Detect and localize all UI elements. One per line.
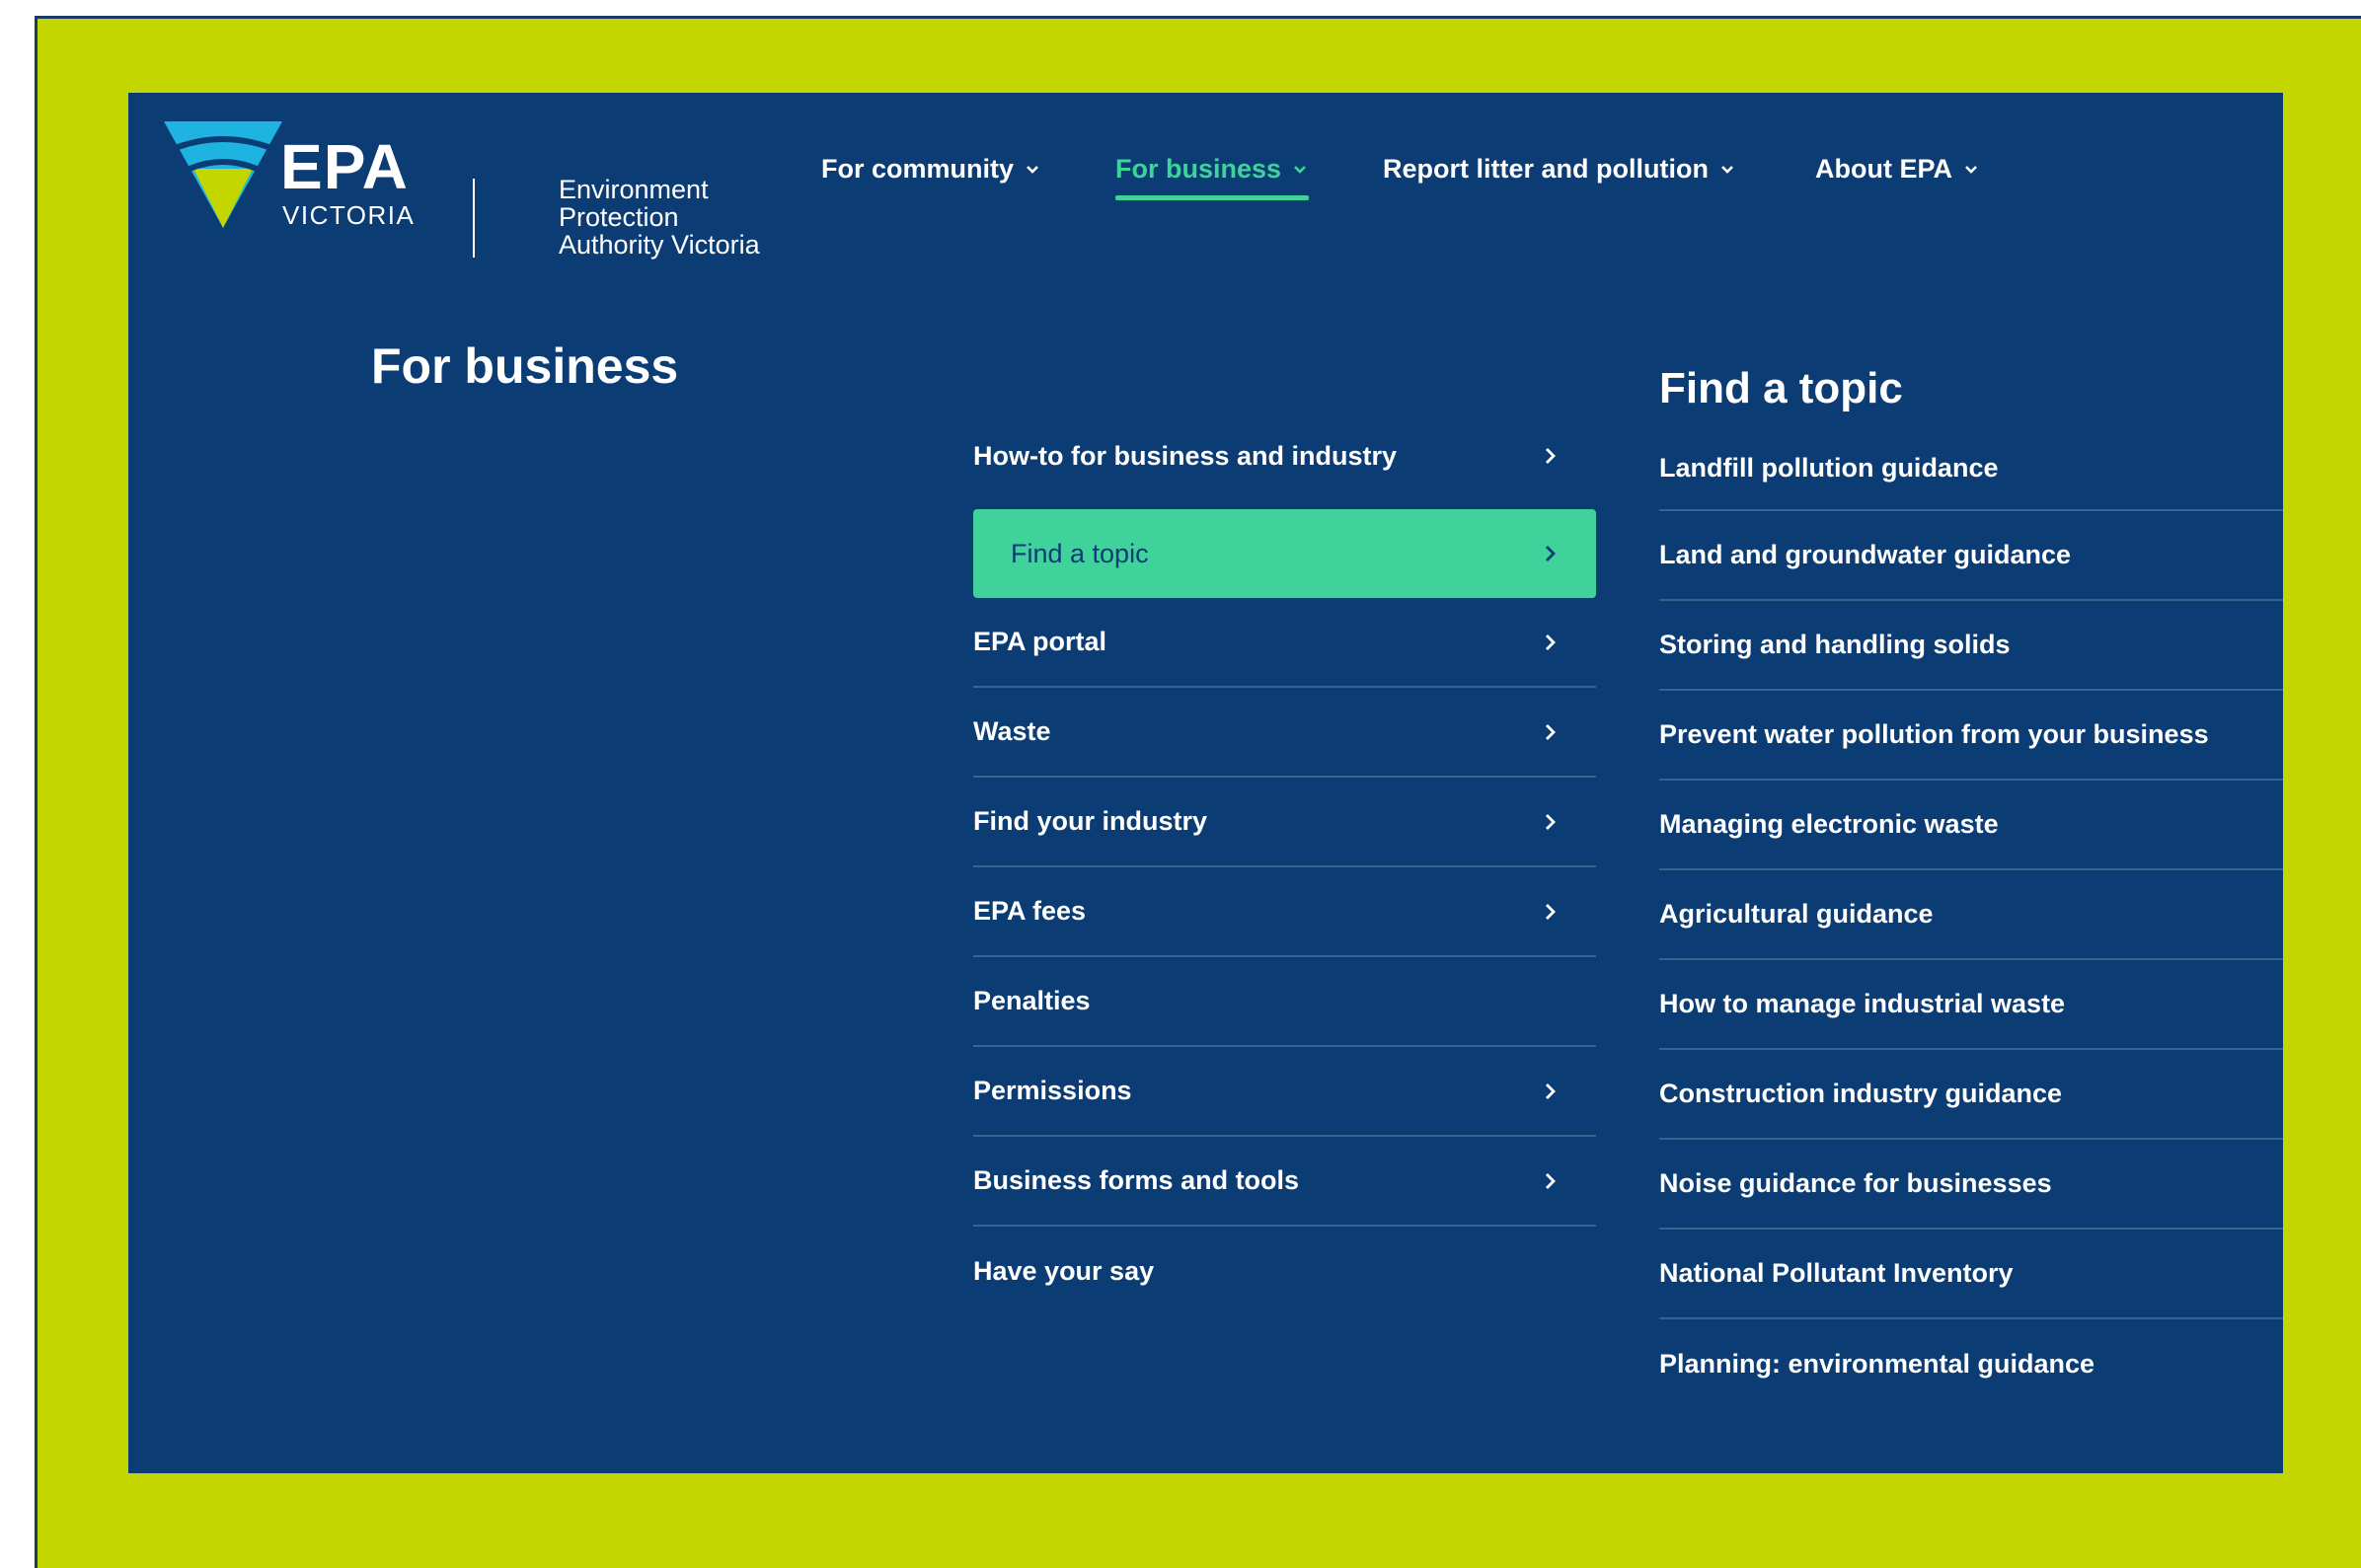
- nav-about-epa[interactable]: About EPA: [1815, 154, 1980, 185]
- topic-link[interactable]: Construction industry guidance: [1659, 1050, 2283, 1140]
- menu-item-label: Have your say: [973, 1256, 1155, 1286]
- topic-link[interactable]: Noise guidance for businesses: [1659, 1140, 2283, 1230]
- menu-item-penalties[interactable]: Penalties: [973, 957, 1596, 1047]
- menu-item-label: EPA fees: [973, 896, 1087, 926]
- chevron-down-icon: [1721, 165, 1733, 174]
- nav-label: Report litter and pollution: [1383, 154, 1709, 184]
- topic-link[interactable]: Managing electronic waste: [1659, 781, 2283, 870]
- nav-for-business[interactable]: For business: [1115, 154, 1310, 200]
- logo-org-name: Environment Protection Authority Victori…: [559, 176, 760, 259]
- logo-wordmark: EPA: [280, 131, 409, 202]
- menu-item-label: Business forms and tools: [973, 1165, 1300, 1195]
- topic-link[interactable]: Land and groundwater guidance: [1659, 511, 2283, 601]
- chevron-down-icon: [1294, 165, 1306, 174]
- chevron-right-icon: [1546, 723, 1556, 740]
- chevron-right-icon: [1546, 813, 1556, 830]
- nav-label: For community: [821, 154, 1015, 184]
- menu-item-epa-fees[interactable]: EPA fees: [973, 867, 1596, 957]
- logo-subtitle: VICTORIA: [282, 200, 416, 230]
- topic-link[interactable]: Storing and handling solids: [1659, 601, 2283, 691]
- menu-item-label: Waste: [973, 716, 1051, 746]
- chevron-down-icon: [1965, 165, 1977, 174]
- menu-item-label: Find a topic: [1011, 538, 1149, 568]
- menu-item-find-a-topic[interactable]: Find a topic: [973, 509, 1596, 598]
- topic-link[interactable]: Prevent water pollution from your busine…: [1659, 691, 2283, 781]
- menu-item-label: Penalties: [973, 986, 1091, 1015]
- menu-item-find-your-industry[interactable]: Find your industry: [973, 778, 1596, 867]
- chevron-right-icon: [1546, 1172, 1556, 1189]
- menu-item-waste[interactable]: Waste: [973, 688, 1596, 778]
- topic-link[interactable]: Planning: environmental guidance: [1659, 1319, 2283, 1409]
- mega-menu-panel: EPA VICTORIA Environment Protection Auth…: [128, 93, 2283, 1473]
- chevron-right-icon: [1546, 1083, 1556, 1099]
- nav-label: For business: [1115, 154, 1282, 184]
- section-title: For business: [371, 338, 679, 394]
- chevron-right-icon: [1546, 634, 1556, 650]
- epa-logo[interactable]: EPA VICTORIA Environment Protection Auth…: [164, 121, 760, 259]
- topic-list: Landfill pollution guidance Land and gro…: [1659, 426, 2283, 1409]
- menu-item-label: Permissions: [973, 1076, 1132, 1105]
- menu-item-label: Find your industry: [973, 806, 1208, 836]
- nav-for-community[interactable]: For community: [821, 154, 1041, 185]
- topic-link[interactable]: Agricultural guidance: [1659, 870, 2283, 960]
- nav-label: About EPA: [1815, 154, 1952, 184]
- menu-item-label: EPA portal: [973, 627, 1107, 656]
- submenu-list: How-to for business and industry Find a …: [973, 426, 1596, 1316]
- org-line: Authority Victoria: [559, 230, 760, 260]
- chevron-down-icon: [1027, 165, 1038, 174]
- menu-item-label: How-to for business and industry: [973, 440, 1398, 471]
- menu-item-how-to[interactable]: How-to for business and industry: [973, 425, 1596, 486]
- menu-item-epa-portal[interactable]: EPA portal: [973, 598, 1596, 688]
- epa-logo-icon: [164, 121, 282, 228]
- chevron-right-icon: [1546, 448, 1556, 464]
- nav-report-litter[interactable]: Report litter and pollution: [1383, 154, 1736, 185]
- chevron-right-icon: [1546, 903, 1556, 920]
- logo-divider: [473, 179, 475, 258]
- menu-item-permissions[interactable]: Permissions: [973, 1047, 1596, 1137]
- topic-link[interactable]: How to manage industrial waste: [1659, 960, 2283, 1050]
- topic-link[interactable]: Landfill pollution guidance: [1659, 426, 2283, 511]
- menu-item-have-your-say[interactable]: Have your say: [973, 1227, 1596, 1316]
- topic-column-title: Find a topic: [1659, 364, 1903, 412]
- org-line: Environment: [559, 175, 709, 204]
- topic-link[interactable]: National Pollutant Inventory: [1659, 1230, 2283, 1319]
- menu-item-business-forms[interactable]: Business forms and tools: [973, 1137, 1596, 1227]
- org-line: Protection: [559, 202, 679, 232]
- chevron-right-icon: [1546, 546, 1556, 561]
